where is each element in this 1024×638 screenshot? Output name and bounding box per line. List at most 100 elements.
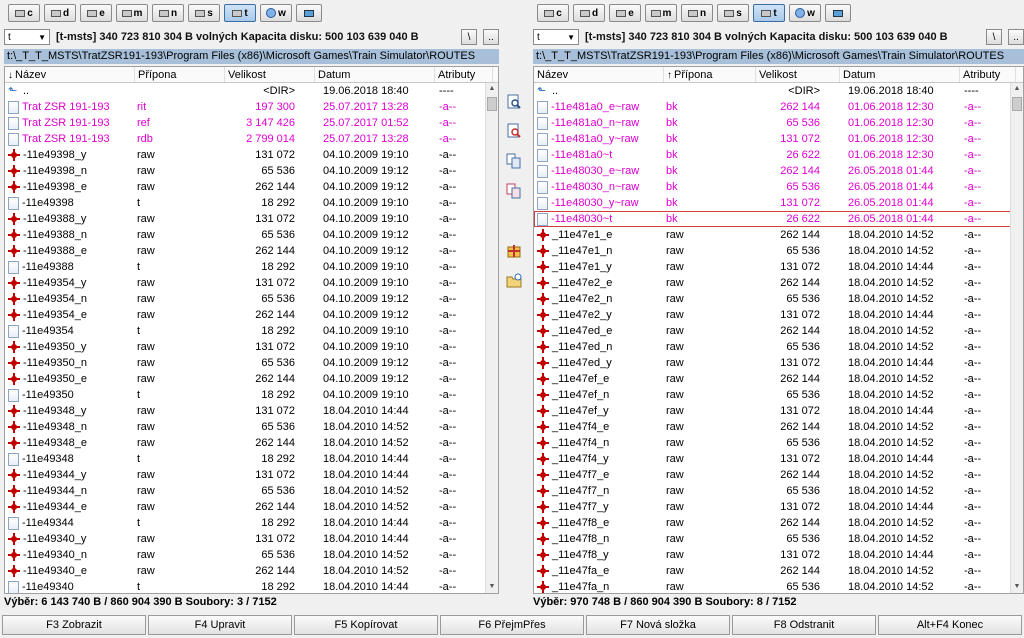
file-row[interactable]: _11e47ef_n raw 65 536 18.04.2010 14:52 -a-- bbox=[534, 387, 1023, 403]
left-drive-button-d[interactable]: d bbox=[44, 4, 76, 22]
file-row[interactable]: -11e49354_n raw 65 536 04.10.2009 19:12 -a-- bbox=[5, 291, 498, 307]
left-parent-button[interactable]: .. bbox=[483, 29, 499, 45]
right-header-size[interactable]: Velikost bbox=[756, 67, 840, 82]
file-row[interactable]: _11e47e2_n raw 65 536 18.04.2010 14:52 -a-- bbox=[534, 291, 1023, 307]
file-row[interactable]: _11e47f8_n raw 65 536 18.04.2010 14:52 -a-- bbox=[534, 531, 1023, 547]
file-row[interactable]: -11e49388_n raw 65 536 04.10.2009 19:12 -a-- bbox=[5, 227, 498, 243]
file-row[interactable]: -11e49354 t 18 292 04.10.2009 19:10 -a-- bbox=[5, 323, 498, 339]
right-drive-select[interactable]: t ▼ bbox=[533, 29, 579, 45]
file-row[interactable]: _11e47f7_e raw 262 144 18.04.2010 14:52 -a-- bbox=[534, 467, 1023, 483]
file-row[interactable]: _11e47e2_y raw 131 072 18.04.2010 14:44 -a-- bbox=[534, 307, 1023, 323]
right-scroll-thumb[interactable] bbox=[1012, 97, 1022, 111]
file-row[interactable]: -11e49350_y raw 131 072 04.10.2009 19:10 -a-… bbox=[5, 339, 498, 355]
left-header-size[interactable]: Velikost bbox=[225, 67, 315, 82]
file-row[interactable]: Trat ZSR 191-193 ref 3 147 426 25.07.2017 0… bbox=[5, 115, 498, 131]
left-scrollbar[interactable]: ▲ ▼ bbox=[485, 83, 498, 593]
file-row[interactable]: _11e47ed_y raw 131 072 18.04.2010 14:44 -a-- bbox=[534, 355, 1023, 371]
file-row[interactable]: -11e481a0_y~raw bk 131 072 01.06.2018 12:30… bbox=[534, 131, 1023, 147]
file-row[interactable]: -11e49340_e raw 262 144 18.04.2010 14:52 -a-… bbox=[5, 563, 498, 579]
fkey-button-4[interactable]: F6 PřejmPřes bbox=[440, 615, 584, 635]
file-row[interactable]: _11e47e2_e raw 262 144 18.04.2010 14:52 -a-- bbox=[534, 275, 1023, 291]
file-row[interactable]: -11e49340 t 18 292 18.04.2010 14:44 -a-- bbox=[5, 579, 498, 593]
fkey-button-1[interactable]: F3 Zobrazit bbox=[2, 615, 146, 635]
file-row[interactable]: -11e49388_y raw 131 072 04.10.2009 19:10 -a-… bbox=[5, 211, 498, 227]
file-row[interactable]: _11e47f8_y raw 131 072 18.04.2010 14:44 -a-- bbox=[534, 547, 1023, 563]
left-scroll-thumb[interactable] bbox=[487, 97, 497, 111]
file-row[interactable]: _11e47ef_e raw 262 144 18.04.2010 14:52 -a-- bbox=[534, 371, 1023, 387]
left-header-date[interactable]: Datum bbox=[315, 67, 435, 82]
right-header-date[interactable]: Datum bbox=[840, 67, 960, 82]
left-header-attr[interactable]: Atributy bbox=[435, 67, 493, 82]
left-drive-button-w[interactable]: w bbox=[260, 4, 292, 22]
file-row[interactable]: -11e49350 t 18 292 04.10.2009 19:10 -a-- bbox=[5, 387, 498, 403]
file-row[interactable]: -11e48030~t bk 26 622 26.05.2018 01:44 -a-- bbox=[534, 211, 1023, 227]
left-path-bar[interactable]: t:\_T_T_MSTS\TratZSR191-193\Program File… bbox=[4, 49, 499, 64]
file-row[interactable]: _11e47f4_y raw 131 072 18.04.2010 14:44 -a-- bbox=[534, 451, 1023, 467]
file-row[interactable]: -11e481a0_n~raw bk 65 536 01.06.2018 12:30 -… bbox=[534, 115, 1023, 131]
file-row[interactable]: -11e49398_n raw 65 536 04.10.2009 19:12 -a-- bbox=[5, 163, 498, 179]
left-drive-button-s[interactable]: s bbox=[188, 4, 220, 22]
file-row[interactable]: -11e49348_e raw 262 144 18.04.2010 14:52 -a-… bbox=[5, 435, 498, 451]
left-drive-button-e[interactable]: e bbox=[80, 4, 112, 22]
left-drive-button-c[interactable]: c bbox=[8, 4, 40, 22]
scroll-down-icon[interactable]: ▼ bbox=[1011, 581, 1023, 593]
file-row[interactable]: -11e48030_n~raw bk 65 536 26.05.2018 01:44 -… bbox=[534, 179, 1023, 195]
file-row[interactable]: -11e49340_n raw 65 536 18.04.2010 14:52 -a-- bbox=[5, 547, 498, 563]
file-row[interactable]: -11e49354_e raw 262 144 04.10.2009 19:12 -a-… bbox=[5, 307, 498, 323]
left-header-name[interactable]: ↓ Název bbox=[5, 67, 135, 82]
fkey-button-6[interactable]: F8 Odstranit bbox=[732, 615, 876, 635]
file-row[interactable]: -11e49398 t 18 292 04.10.2009 19:10 -a-- bbox=[5, 195, 498, 211]
file-row[interactable]: -11e49344_e raw 262 144 18.04.2010 14:52 -a-… bbox=[5, 499, 498, 515]
file-row[interactable]: -11e48030_e~raw bk 262 144 26.05.2018 01:44… bbox=[534, 163, 1023, 179]
scroll-up-icon[interactable]: ▲ bbox=[1011, 83, 1023, 95]
file-row[interactable]: _11e47fa_n raw 65 536 18.04.2010 14:52 -a-- bbox=[534, 579, 1023, 593]
right-drive-button-pc[interactable] bbox=[825, 4, 851, 22]
right-scrollbar[interactable]: ▲ ▼ bbox=[1010, 83, 1023, 593]
file-row[interactable]: -11e49398_e raw 262 144 04.10.2009 19:12 -a-… bbox=[5, 179, 498, 195]
right-header-attr[interactable]: Atributy bbox=[960, 67, 1016, 82]
file-row[interactable]: -11e481a0~t bk 26 622 01.06.2018 12:30 -a-- bbox=[534, 147, 1023, 163]
fkey-button-3[interactable]: F5 Kopírovat bbox=[294, 615, 438, 635]
right-drive-button-t[interactable]: t bbox=[753, 4, 785, 22]
right-path-bar[interactable]: t:\_T_T_MSTS\TratZSR191-193\Program File… bbox=[533, 49, 1024, 64]
left-drive-button-n[interactable]: n bbox=[152, 4, 184, 22]
file-row[interactable]: ⬑.. <DIR> 19.06.2018 18:40 ---- bbox=[534, 83, 1023, 99]
right-header-ext[interactable]: ↑ Přípona bbox=[664, 67, 756, 82]
file-row[interactable]: _11e47f7_y raw 131 072 18.04.2010 14:44 -a-- bbox=[534, 499, 1023, 515]
file-row[interactable]: -11e49388 t 18 292 04.10.2009 19:10 -a-- bbox=[5, 259, 498, 275]
file-row[interactable]: -11e481a0_e~raw bk 262 144 01.06.2018 12:30… bbox=[534, 99, 1023, 115]
file-row[interactable]: Trat ZSR 191-193 rdb 2 799 014 25.07.2017 1… bbox=[5, 131, 498, 147]
right-root-button[interactable]: \ bbox=[986, 29, 1002, 45]
left-drive-button-m[interactable]: m bbox=[116, 4, 148, 22]
find-files-icon[interactable] bbox=[506, 123, 522, 139]
file-row[interactable]: -11e49350_n raw 65 536 04.10.2009 19:12 -a-- bbox=[5, 355, 498, 371]
left-drive-select[interactable]: t ▼ bbox=[4, 29, 50, 45]
right-drive-button-c[interactable]: c bbox=[537, 4, 569, 22]
fkey-button-2[interactable]: F4 Upravit bbox=[148, 615, 292, 635]
right-parent-button[interactable]: .. bbox=[1008, 29, 1024, 45]
pack-icon[interactable] bbox=[506, 243, 522, 259]
right-drive-button-m[interactable]: m bbox=[645, 4, 677, 22]
file-row[interactable]: -11e49354_y raw 131 072 04.10.2009 19:10 -a-… bbox=[5, 275, 498, 291]
file-row[interactable]: _11e47e1_n raw 65 536 18.04.2010 14:52 -a-- bbox=[534, 243, 1023, 259]
file-row[interactable]: _11e47ed_e raw 262 144 18.04.2010 14:52 -a-- bbox=[534, 323, 1023, 339]
find-icon[interactable] bbox=[506, 94, 522, 110]
file-row[interactable]: -11e49348 t 18 292 18.04.2010 14:44 -a-- bbox=[5, 451, 498, 467]
file-row[interactable]: Trat ZSR 191-193 rit 197 300 25.07.2017 13:… bbox=[5, 99, 498, 115]
fkey-button-5[interactable]: F7 Nová složka bbox=[586, 615, 730, 635]
file-row[interactable]: _11e47f8_e raw 262 144 18.04.2010 14:52 -a-- bbox=[534, 515, 1023, 531]
file-row[interactable]: -11e49388_e raw 262 144 04.10.2009 19:12 -a-… bbox=[5, 243, 498, 259]
file-row[interactable]: -11e49344_y raw 131 072 18.04.2010 14:44 -a-… bbox=[5, 467, 498, 483]
file-row[interactable]: -11e49348_n raw 65 536 18.04.2010 14:52 -a-- bbox=[5, 419, 498, 435]
scroll-up-icon[interactable]: ▲ bbox=[486, 83, 498, 95]
file-row[interactable]: -11e49340_y raw 131 072 18.04.2010 14:44 -a-… bbox=[5, 531, 498, 547]
file-row[interactable]: _11e47ed_n raw 65 536 18.04.2010 14:52 -a-- bbox=[534, 339, 1023, 355]
fkey-button-7[interactable]: Alt+F4 Konec bbox=[878, 615, 1022, 635]
file-row[interactable]: _11e47ef_y raw 131 072 18.04.2010 14:44 -a-- bbox=[534, 403, 1023, 419]
file-row[interactable]: -11e48030_y~raw bk 131 072 26.05.2018 01:44… bbox=[534, 195, 1023, 211]
file-row[interactable]: _11e47f4_e raw 262 144 18.04.2010 14:52 -a-- bbox=[534, 419, 1023, 435]
right-header-name[interactable]: Název bbox=[534, 67, 664, 82]
file-row[interactable]: _11e47e1_y raw 131 072 18.04.2010 14:44 -a-- bbox=[534, 259, 1023, 275]
compare-icon[interactable] bbox=[506, 183, 522, 199]
file-row[interactable]: -11e49344 t 18 292 18.04.2010 14:44 -a-- bbox=[5, 515, 498, 531]
